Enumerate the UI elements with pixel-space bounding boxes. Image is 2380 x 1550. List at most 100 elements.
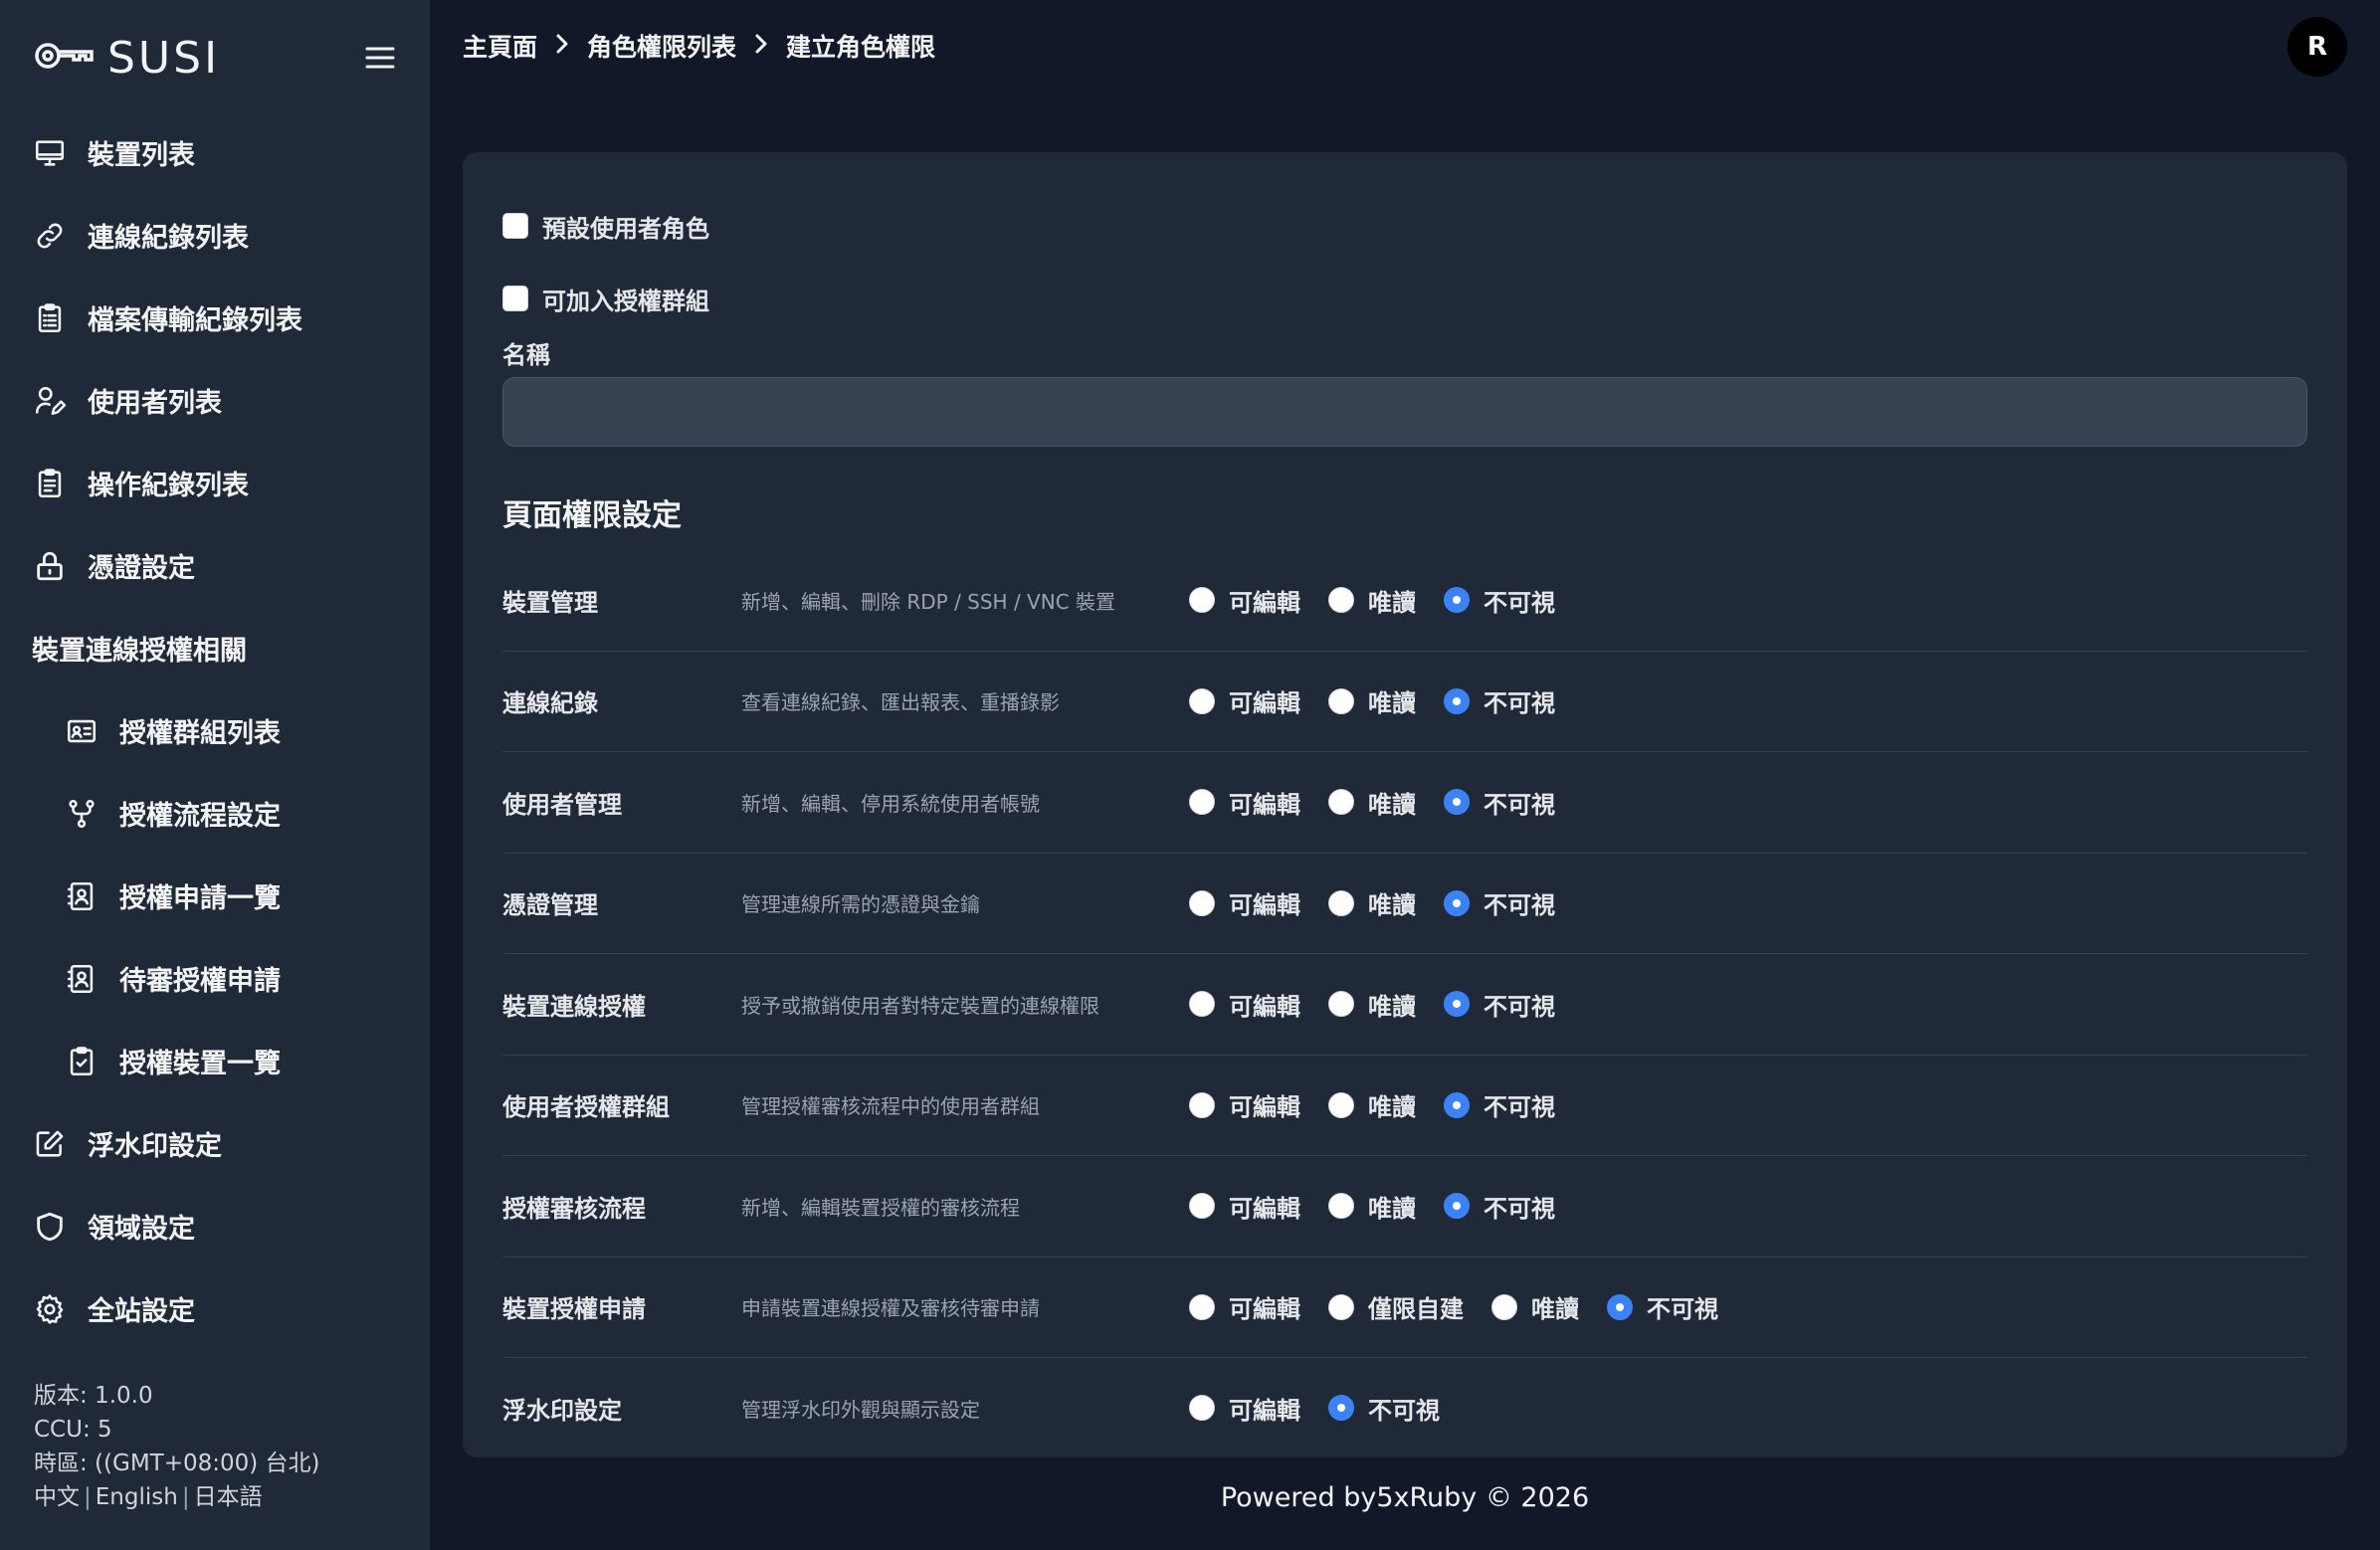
permission-radio[interactable] (1444, 587, 1470, 614)
sidebar-item-1[interactable]: 連線紀錄列表 (0, 194, 430, 277)
name-label: 名稱 (502, 341, 550, 369)
permission-radio[interactable] (1189, 1193, 1215, 1220)
permission-option[interactable]: 不可視 (1444, 785, 1555, 820)
permission-option[interactable]: 唯讀 (1328, 885, 1416, 920)
sidebar-item-10[interactable]: 待審授權申請 (0, 937, 430, 1020)
ccu-text: CCU: 5 (34, 1417, 112, 1443)
sidebar-item-5[interactable]: 憑證設定 (0, 524, 430, 607)
permission-option-label: 可編輯 (1229, 1093, 1300, 1122)
permission-option[interactable]: 唯讀 (1328, 583, 1416, 618)
sidebar-item-12[interactable]: 浮水印設定 (0, 1102, 430, 1185)
permission-option[interactable]: 可編輯 (1189, 1391, 1300, 1426)
permission-option[interactable]: 可編輯 (1189, 1087, 1300, 1122)
permission-radio[interactable] (1444, 687, 1470, 714)
permission-option[interactable]: 可編輯 (1189, 1189, 1300, 1224)
permission-option-label: 不可視 (1368, 1396, 1440, 1425)
sidebar-item-11[interactable]: 授權裝置一覽 (0, 1020, 430, 1102)
joinable-group-checkbox-row[interactable]: 可加入授權群組 (502, 281, 709, 316)
logo[interactable]: SUSI (34, 33, 220, 84)
permission-option[interactable]: 僅限自建 (1328, 1289, 1464, 1324)
permission-name: 憑證管理 (502, 891, 598, 920)
sidebar-item-label: 憑證設定 (88, 553, 195, 584)
permission-option[interactable]: 可編輯 (1189, 885, 1300, 920)
permission-option[interactable]: 不可視 (1444, 583, 1555, 618)
permission-radio[interactable] (1189, 1395, 1215, 1422)
timezone-text: 時區: ((GMT+08:00) 台北) (34, 1451, 320, 1476)
permission-option[interactable]: 可編輯 (1189, 683, 1300, 718)
lang-ja-link[interactable]: 日本語 (194, 1484, 263, 1510)
permission-option[interactable]: 可編輯 (1189, 785, 1300, 820)
sidebar-item-8[interactable]: 授權流程設定 (0, 772, 430, 855)
lang-zh-link[interactable]: 中文 (34, 1484, 80, 1510)
permission-radio[interactable] (1328, 889, 1354, 916)
permission-radio[interactable] (1189, 1293, 1215, 1320)
permission-radio[interactable] (1328, 1395, 1354, 1422)
permission-radio[interactable] (1444, 1193, 1470, 1220)
permission-radio[interactable] (1607, 1293, 1633, 1320)
sidebar-item-14[interactable]: 全站設定 (0, 1267, 430, 1350)
permission-option-label: 唯讀 (1368, 1194, 1416, 1223)
permission-option[interactable]: 可編輯 (1189, 987, 1300, 1022)
permission-radio[interactable] (1328, 1193, 1354, 1220)
permission-option[interactable]: 唯讀 (1328, 987, 1416, 1022)
sidebar-item-0[interactable]: 裝置列表 (0, 111, 430, 194)
permission-radio[interactable] (1328, 789, 1354, 816)
permission-option[interactable]: 可編輯 (1189, 1289, 1300, 1324)
default-role-checkbox-row[interactable]: 預設使用者角色 (502, 208, 709, 244)
permission-option[interactable]: 不可視 (1444, 987, 1555, 1022)
permission-radio[interactable] (1328, 1091, 1354, 1118)
permission-option[interactable]: 不可視 (1444, 1087, 1555, 1122)
sidebar-item-label: 檔案傳輸紀錄列表 (88, 305, 302, 336)
permission-option-label: 可編輯 (1229, 1194, 1300, 1223)
permission-radio[interactable] (1189, 1091, 1215, 1118)
id-card-icon (64, 713, 99, 749)
permission-option[interactable]: 唯讀 (1328, 1189, 1416, 1224)
sidebar-item-2[interactable]: 檔案傳輸紀錄列表 (0, 277, 430, 359)
permission-radio[interactable] (1189, 789, 1215, 816)
permission-radio[interactable] (1491, 1293, 1517, 1320)
permission-option[interactable]: 唯讀 (1491, 1289, 1579, 1324)
sidebar-item-7[interactable]: 授權群組列表 (0, 689, 430, 772)
lang-en-link[interactable]: English (96, 1484, 178, 1510)
permission-radio[interactable] (1444, 1091, 1470, 1118)
sidebar-item-6[interactable]: 裝置連線授權相關 (0, 607, 430, 689)
permission-option-label: 唯讀 (1368, 992, 1416, 1021)
clipboard-list-icon (32, 300, 68, 336)
permission-radio[interactable] (1328, 687, 1354, 714)
permission-radio[interactable] (1328, 991, 1354, 1018)
permission-radio[interactable] (1444, 889, 1470, 916)
permission-option[interactable]: 不可視 (1444, 683, 1555, 718)
breadcrumb-home[interactable]: 主頁面 (463, 28, 537, 64)
contact-book-icon (64, 961, 99, 997)
permission-radio[interactable] (1328, 587, 1354, 614)
permission-option-label: 不可視 (1484, 588, 1555, 617)
permission-option[interactable]: 唯讀 (1328, 785, 1416, 820)
permission-radio[interactable] (1189, 687, 1215, 714)
permission-option[interactable]: 唯讀 (1328, 683, 1416, 718)
permission-option[interactable]: 不可視 (1444, 1189, 1555, 1224)
lang-separator: | (181, 1484, 190, 1510)
avatar[interactable]: R (2287, 17, 2347, 77)
sidebar-item-4[interactable]: 操作紀錄列表 (0, 442, 430, 524)
permission-option[interactable]: 不可視 (1607, 1289, 1718, 1324)
joinable-group-checkbox[interactable] (502, 286, 528, 311)
name-input[interactable] (502, 377, 2307, 447)
default-role-checkbox[interactable] (502, 213, 528, 239)
hamburger-menu-button[interactable] (362, 40, 398, 76)
permission-radio[interactable] (1189, 587, 1215, 614)
permission-option[interactable]: 唯讀 (1328, 1087, 1416, 1122)
permission-radio[interactable] (1328, 1293, 1354, 1320)
breadcrumb-role-list[interactable]: 角色權限列表 (587, 28, 736, 64)
permission-option[interactable]: 不可視 (1328, 1391, 1440, 1426)
sidebar-item-9[interactable]: 授權申請一覽 (0, 855, 430, 937)
permission-name: 裝置連線授權 (502, 992, 646, 1021)
permission-radio[interactable] (1444, 991, 1470, 1018)
permission-radio[interactable] (1444, 789, 1470, 816)
sidebar-item-3[interactable]: 使用者列表 (0, 359, 430, 442)
sidebar-item-13[interactable]: 領域設定 (0, 1185, 430, 1267)
permission-option[interactable]: 可編輯 (1189, 583, 1300, 618)
permission-radio[interactable] (1189, 889, 1215, 916)
permission-radio[interactable] (1189, 991, 1215, 1018)
permission-option[interactable]: 不可視 (1444, 885, 1555, 920)
permission-description: 新增、編輯、刪除 RDP / SSH / VNC 裝置 (741, 589, 1116, 614)
